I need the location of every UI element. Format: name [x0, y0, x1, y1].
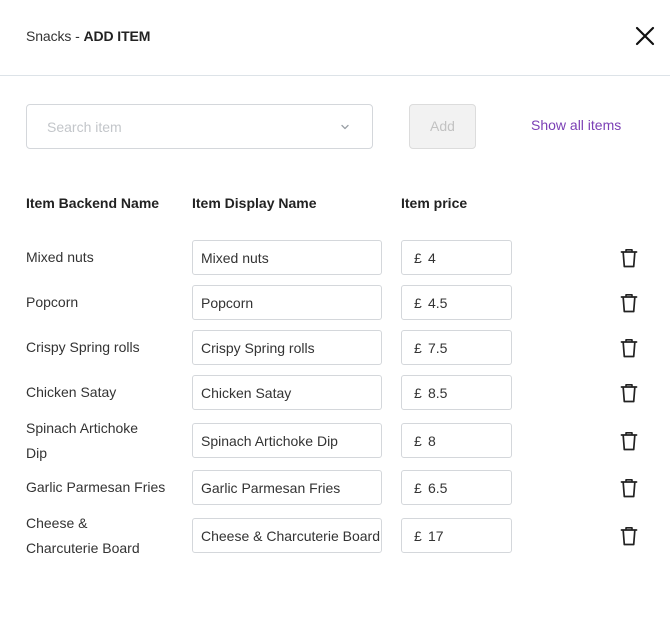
table-row: Chicken Satay £ — [0, 375, 670, 411]
price-field[interactable]: £ — [401, 518, 512, 553]
item-backend-name: Crispy Spring rolls — [26, 335, 186, 360]
price-field[interactable]: £ — [401, 330, 512, 365]
display-name-input[interactable] — [192, 375, 382, 410]
column-header-item-price: Item price — [401, 195, 468, 211]
display-name-input[interactable] — [192, 423, 382, 458]
table-row: Mixed nuts £ — [0, 240, 670, 276]
trash-icon[interactable] — [619, 430, 639, 452]
table-row: Popcorn £ — [0, 285, 670, 321]
show-all-items-link[interactable]: Show all items — [531, 117, 621, 133]
price-input[interactable] — [428, 424, 508, 457]
close-icon[interactable] — [631, 23, 659, 51]
display-name-input[interactable] — [192, 285, 382, 320]
currency-symbol: £ — [414, 433, 422, 449]
backend-name-line: Popcorn — [26, 294, 79, 310]
price-input[interactable] — [428, 241, 508, 274]
backend-name-line: Spinach Artichoke — [26, 420, 139, 436]
backend-name-line: Mixed nuts — [26, 249, 94, 265]
table-row: Garlic Parmesan Fries £ — [0, 470, 670, 506]
backend-name-line: Dip — [26, 445, 48, 461]
price-input[interactable] — [428, 376, 508, 409]
title-action: ADD ITEM — [83, 28, 151, 44]
trash-icon[interactable] — [619, 247, 639, 269]
price-input[interactable] — [428, 286, 508, 319]
modal-header: Snacks - ADD ITEM — [0, 0, 670, 76]
price-field[interactable]: £ — [401, 375, 512, 410]
price-field[interactable]: £ — [401, 470, 512, 505]
display-name-input[interactable] — [192, 518, 382, 553]
currency-symbol: £ — [414, 480, 422, 496]
item-backend-name: Cheese & Charcuterie Board — [26, 511, 186, 561]
price-input[interactable] — [428, 519, 508, 552]
trash-icon[interactable] — [619, 382, 639, 404]
table-row: Spinach Artichoke Dip £ — [0, 420, 670, 461]
backend-name-line: Charcuterie Board — [26, 540, 140, 556]
trash-icon[interactable] — [619, 337, 639, 359]
backend-name-line: Chicken Satay — [26, 384, 117, 400]
modal-title: Snacks - ADD ITEM — [26, 28, 150, 44]
currency-symbol: £ — [414, 250, 422, 266]
price-field[interactable]: £ — [401, 240, 512, 275]
item-backend-name: Popcorn — [26, 290, 186, 315]
item-backend-name: Mixed nuts — [26, 245, 186, 270]
currency-symbol: £ — [414, 385, 422, 401]
backend-name-line: Crispy Spring rolls — [26, 339, 140, 355]
search-dropdown[interactable] — [26, 104, 373, 149]
item-backend-name: Chicken Satay — [26, 380, 186, 405]
chevron-down-icon[interactable] — [339, 121, 351, 133]
price-input[interactable] — [428, 471, 508, 504]
display-name-input[interactable] — [192, 470, 382, 505]
add-button[interactable]: Add — [409, 104, 476, 149]
price-field[interactable]: £ — [401, 423, 512, 458]
currency-symbol: £ — [414, 340, 422, 356]
category-name: Snacks — [26, 28, 72, 44]
display-name-input[interactable] — [192, 330, 382, 365]
price-field[interactable]: £ — [401, 285, 512, 320]
backend-name-line: Garlic Parmesan Fries — [26, 479, 166, 495]
trash-icon[interactable] — [619, 525, 639, 547]
title-separator: - — [71, 28, 84, 44]
item-backend-name: Spinach Artichoke Dip — [26, 416, 186, 466]
currency-symbol: £ — [414, 295, 422, 311]
item-backend-name: Garlic Parmesan Fries — [26, 475, 186, 500]
trash-icon[interactable] — [619, 477, 639, 499]
price-input[interactable] — [428, 331, 508, 364]
table-row: Cheese & Charcuterie Board £ — [0, 515, 670, 556]
column-header-display-name: Item Display Name — [192, 195, 317, 211]
search-input[interactable] — [27, 105, 337, 148]
backend-name-line: Cheese & — [26, 515, 88, 531]
table-row: Crispy Spring rolls £ — [0, 330, 670, 366]
trash-icon[interactable] — [619, 292, 639, 314]
column-header-backend-name: Item Backend Name — [26, 195, 160, 211]
currency-symbol: £ — [414, 528, 422, 544]
display-name-input[interactable] — [192, 240, 382, 275]
